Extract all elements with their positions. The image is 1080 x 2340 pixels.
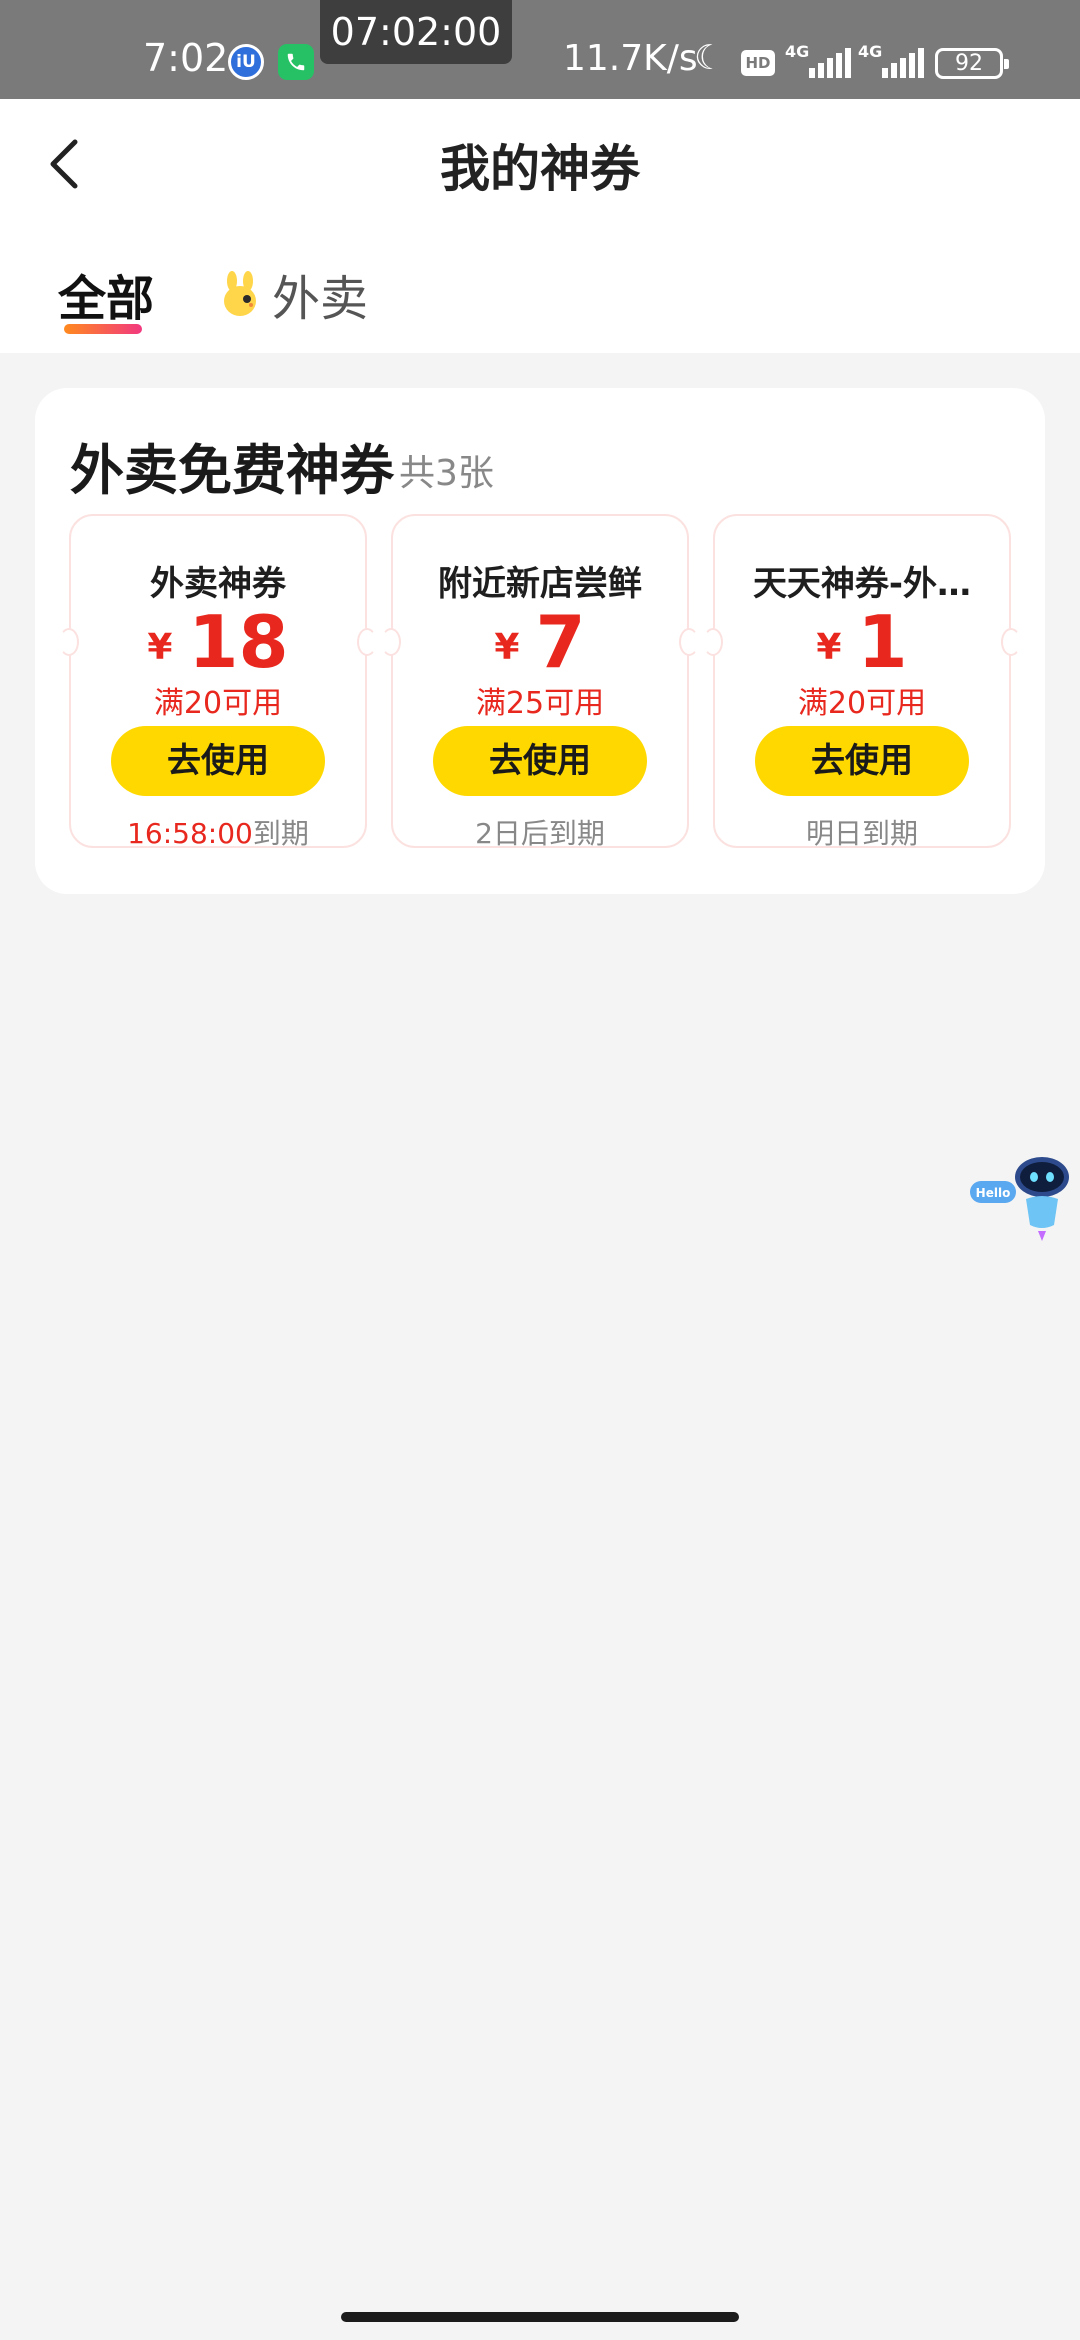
- coupon-amount: 7: [535, 600, 586, 684]
- phone-icon: [278, 44, 314, 80]
- coupon-expiry: 2日后到期: [393, 812, 687, 852]
- coupon-price: ¥18: [71, 604, 365, 680]
- section-title: 外卖免费神券: [70, 439, 394, 502]
- currency-symbol: ¥: [494, 627, 520, 668]
- signal-strength-icon-2: 4G: [858, 42, 928, 82]
- currency-symbol: ¥: [816, 627, 842, 668]
- use-coupon-button[interactable]: 去使用: [433, 726, 647, 796]
- coupon-count: 共3张: [399, 453, 494, 494]
- coupon-amount: 18: [188, 600, 289, 684]
- coupon-expiry: 16:58:00到期: [71, 812, 365, 852]
- tab-delivery-label: 外卖: [272, 271, 369, 327]
- coupon-price: ¥7: [393, 604, 687, 680]
- coupon-item[interactable]: 附近新店尝鲜 ¥7 满25可用 去使用 2日后到期: [381, 514, 699, 850]
- coupon-tabs: 全部 外卖: [0, 227, 1080, 353]
- coupon-name: 天天神券-外…: [752, 564, 972, 604]
- page-title: 我的神券: [440, 140, 640, 198]
- currency-symbol: ¥: [147, 627, 173, 668]
- status-time: 7:02: [143, 36, 229, 80]
- signal-strength-icon-1: 4G: [785, 42, 855, 82]
- coupon-condition: 满20可用: [153, 686, 283, 721]
- coupon-name: 外卖神券: [150, 564, 286, 604]
- coupon-item[interactable]: 天天神券-外… ¥1 满20可用 去使用 明日到期: [703, 514, 1021, 850]
- tab-all[interactable]: 全部: [58, 259, 154, 329]
- floating-assistant-button[interactable]: Hello: [968, 1155, 1078, 1247]
- robot-assistant-icon: Hello: [970, 1157, 1069, 1241]
- hd-voice-icon: HD: [741, 50, 775, 76]
- active-tab-indicator: [64, 324, 142, 334]
- network-speed: 11.7K/s: [563, 38, 698, 79]
- coupon-expiry: 明日到期: [715, 812, 1009, 852]
- coupon-name: 附近新店尝鲜: [438, 564, 642, 604]
- expiry-label: 到期: [252, 817, 309, 850]
- coupon-item[interactable]: 外卖神券 ¥18 满20可用 去使用 16:58:00到期: [59, 514, 377, 850]
- coupon-condition: 满25可用: [475, 686, 605, 721]
- coupon-amount: 1: [857, 600, 908, 684]
- expiry-label: 2日后到期: [475, 817, 605, 850]
- iu-app-icon: iU: [228, 44, 264, 80]
- screen-recording-timer: 07:02:00: [320, 0, 512, 64]
- page: 7:02 iU 07:02:00 11.7K/s ☾ HD 4G 4G 92 我…: [0, 0, 1080, 2340]
- coupon-price: ¥1: [715, 604, 1009, 680]
- use-coupon-button[interactable]: 去使用: [111, 726, 325, 796]
- use-coupon-button[interactable]: 去使用: [755, 726, 969, 796]
- battery-icon: 92: [935, 48, 1009, 79]
- expiry-countdown: 16:58:00: [127, 817, 253, 850]
- mascot-icon: [224, 271, 256, 316]
- status-bar: 7:02 iU 07:02:00 11.7K/s ☾ HD 4G 4G 92: [0, 0, 1080, 99]
- coupon-condition: 满20可用: [797, 686, 927, 721]
- assistant-bubble-text: Hello: [976, 1186, 1011, 1200]
- do-not-disturb-moon-icon: ☾: [694, 38, 725, 78]
- coupon-section-card: 外卖免费神券 共3张 外卖神券 ¥18 满20可用 去使用 16:58:00到期…: [35, 388, 1045, 894]
- top-navbar: 我的神券: [0, 99, 1080, 227]
- tab-delivery[interactable]: 外卖: [220, 259, 368, 329]
- home-indicator[interactable]: [341, 2312, 739, 2322]
- expiry-label: 明日到期: [805, 817, 918, 850]
